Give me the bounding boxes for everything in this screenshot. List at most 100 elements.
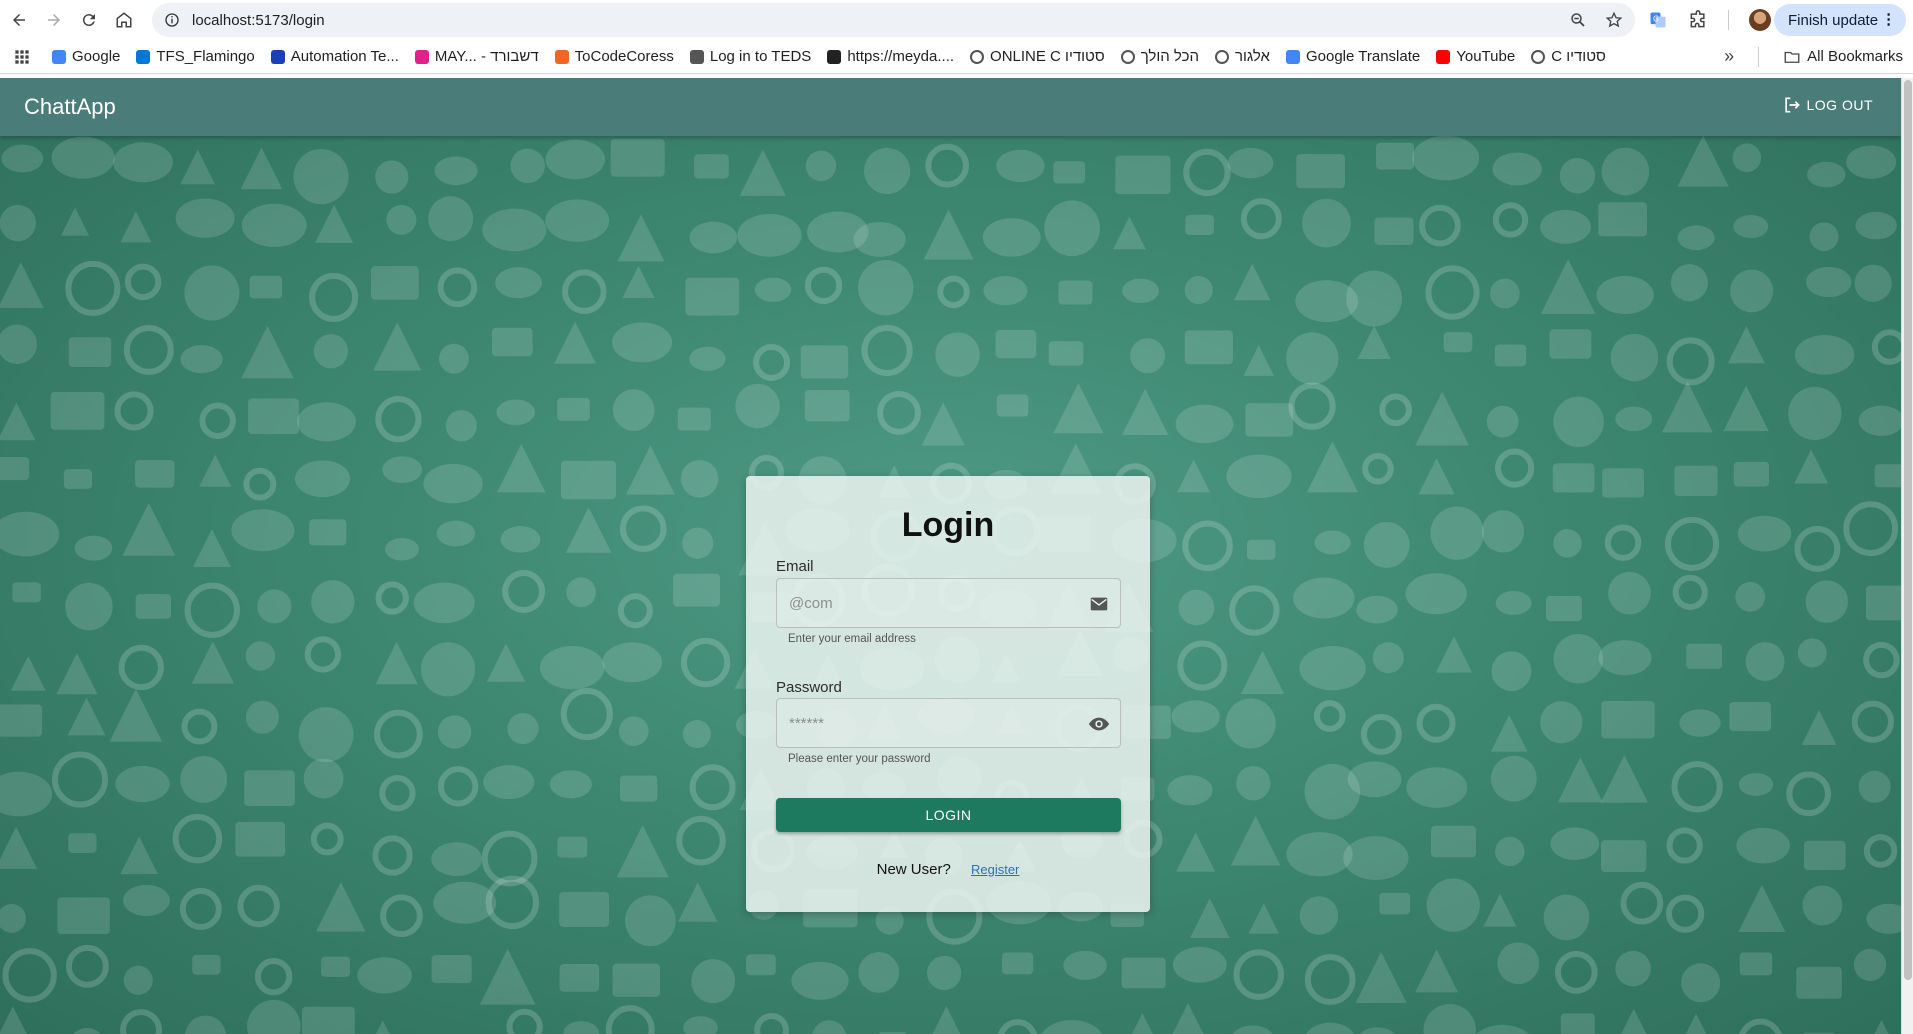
- doodle-shape: [1177, 640, 1228, 691]
- doodle-shape: [1171, 700, 1220, 733]
- doodle-shape: [257, 589, 292, 624]
- doodle-shape: [1362, 452, 1394, 485]
- login-button[interactable]: LOGIN: [776, 798, 1121, 832]
- doodle-shape: [1306, 1022, 1354, 1034]
- app-brand[interactable]: ChattApp: [24, 94, 116, 120]
- doodle-shape: [1131, 1013, 1153, 1034]
- doodle-shape: [982, 218, 1041, 257]
- doodle-shape: [1598, 640, 1652, 676]
- doodle-shape: [1853, 948, 1887, 982]
- site-info-icon[interactable]: [164, 12, 180, 28]
- doodle-shape: [0, 402, 36, 441]
- doodle-shape: [1796, 966, 1842, 999]
- doodle-shape: [439, 343, 469, 374]
- url-text[interactable]: localhost:5173/login: [192, 12, 325, 29]
- logout-button[interactable]: LOG OUT: [1782, 95, 1873, 115]
- doodle-shape: [1302, 198, 1351, 248]
- doodle-shape: [1240, 650, 1285, 694]
- doodle-shape: [620, 775, 658, 802]
- doodle-shape: [135, 594, 172, 619]
- bookmark-item[interactable]: Log in to TEDS: [689, 48, 811, 65]
- doodle-shape: [791, 961, 849, 1000]
- translate-extension-icon[interactable]: G: [1648, 10, 1668, 30]
- doodle-shape: [247, 999, 301, 1034]
- doodle-shape: [1360, 714, 1402, 755]
- bookmark-item[interactable]: הכל הולך: [1120, 48, 1199, 65]
- all-bookmarks-button[interactable]: All Bookmarks: [1783, 48, 1903, 66]
- bookmark-item[interactable]: Automation Te...: [270, 48, 399, 65]
- doodle-shape: [0, 457, 30, 481]
- svg-text:G: G: [1653, 15, 1659, 24]
- doodle-shape: [297, 402, 356, 442]
- doodle-shape: [1733, 461, 1770, 487]
- back-button[interactable]: [3, 4, 35, 36]
- doodle-shape: [374, 709, 423, 759]
- apps-grid-button[interactable]: [14, 49, 30, 65]
- bookmark-item[interactable]: C סטודיו: [1531, 48, 1606, 65]
- bookmark-star-icon[interactable]: [1605, 11, 1623, 29]
- finish-update-button[interactable]: Finish update ⋮: [1774, 4, 1907, 36]
- bookmark-item[interactable]: YouTube: [1436, 48, 1515, 65]
- reload-button[interactable]: [73, 4, 105, 36]
- doodle-shape: [877, 390, 921, 435]
- bookmark-item[interactable]: ToCodeCoress: [554, 48, 674, 65]
- bookmark-item[interactable]: https://meyda....: [827, 48, 954, 65]
- logout-label: LOG OUT: [1806, 97, 1873, 113]
- doodle-shape: [1686, 643, 1723, 669]
- doodle-shape: [1415, 391, 1470, 446]
- bookmarks-bar: Google TFS_Flamingo Automation Te... MAY...…: [0, 40, 1913, 74]
- bookmark-item[interactable]: ONLINE C סטודיו: [970, 48, 1105, 65]
- doodle-shape: [1874, 464, 1901, 488]
- doodle-shape: [1557, 757, 1603, 803]
- doodle-shape: [241, 203, 307, 248]
- bookmarks-overflow-button[interactable]: »: [1724, 46, 1734, 67]
- doodle-shape: [1666, 827, 1703, 864]
- doodle-shape: [682, 720, 711, 749]
- doodle-shape: [1809, 222, 1839, 252]
- eye-icon[interactable]: [1088, 713, 1110, 735]
- doodle-shape: [496, 399, 535, 426]
- password-input[interactable]: [789, 699, 1069, 747]
- bookmark-item[interactable]: Google Translate: [1285, 48, 1420, 65]
- new-user-text: New User?: [876, 861, 951, 878]
- doodle-shape: [245, 700, 279, 734]
- bookmark-item[interactable]: אלגור: [1214, 48, 1270, 65]
- doodle-shape: [559, 964, 600, 992]
- bookmark-label: MAY... - דשבורד: [434, 48, 539, 65]
- bookmark-item[interactable]: MAY... - דשבורד: [414, 48, 539, 65]
- doodle-shape: [231, 509, 295, 552]
- zoom-icon[interactable]: [1569, 11, 1587, 29]
- scrollbar-thumb[interactable]: [1904, 80, 1912, 980]
- extensions-puzzle-icon[interactable]: [1688, 10, 1708, 30]
- doodle-shape: [602, 642, 663, 683]
- more-menu-icon[interactable]: ⋮: [1881, 10, 1896, 28]
- doodle-shape: [1190, 898, 1230, 939]
- home-button[interactable]: [108, 4, 140, 36]
- login-title: Login: [901, 506, 995, 544]
- page-scrollbar[interactable]: [1901, 78, 1913, 1034]
- forward-button[interactable]: [38, 4, 70, 36]
- profile-avatar[interactable]: [1749, 9, 1771, 31]
- doodle-shape: [1608, 571, 1651, 615]
- doodle-shape: [120, 1009, 163, 1034]
- doodle-shape: [1363, 522, 1410, 568]
- doodle-shape: [382, 456, 423, 483]
- doodle-shape: [1419, 204, 1461, 247]
- doodle-shape: [616, 825, 669, 878]
- doodle-shape: [1846, 145, 1897, 179]
- chat-app: ChattApp LOG OUT Login Email Enter your …: [0, 78, 1901, 1034]
- doodle-shape: [1672, 574, 1708, 610]
- doodle-shape: [1794, 334, 1855, 375]
- register-link[interactable]: Register: [971, 862, 1019, 877]
- doodle-shape: [1745, 642, 1785, 681]
- bookmark-item[interactable]: TFS_Flamingo: [136, 48, 255, 65]
- doodle-shape: [437, 766, 479, 807]
- password-field[interactable]: [776, 698, 1121, 748]
- doodle-shape: [1540, 209, 1591, 244]
- bookmark-item[interactable]: Google: [52, 48, 120, 65]
- address-bar[interactable]: localhost:5173/login: [152, 3, 1635, 37]
- doodle-shape: [1412, 136, 1480, 181]
- email-input[interactable]: [789, 579, 1069, 627]
- email-field[interactable]: [776, 578, 1121, 628]
- doodle-shape: [181, 708, 218, 745]
